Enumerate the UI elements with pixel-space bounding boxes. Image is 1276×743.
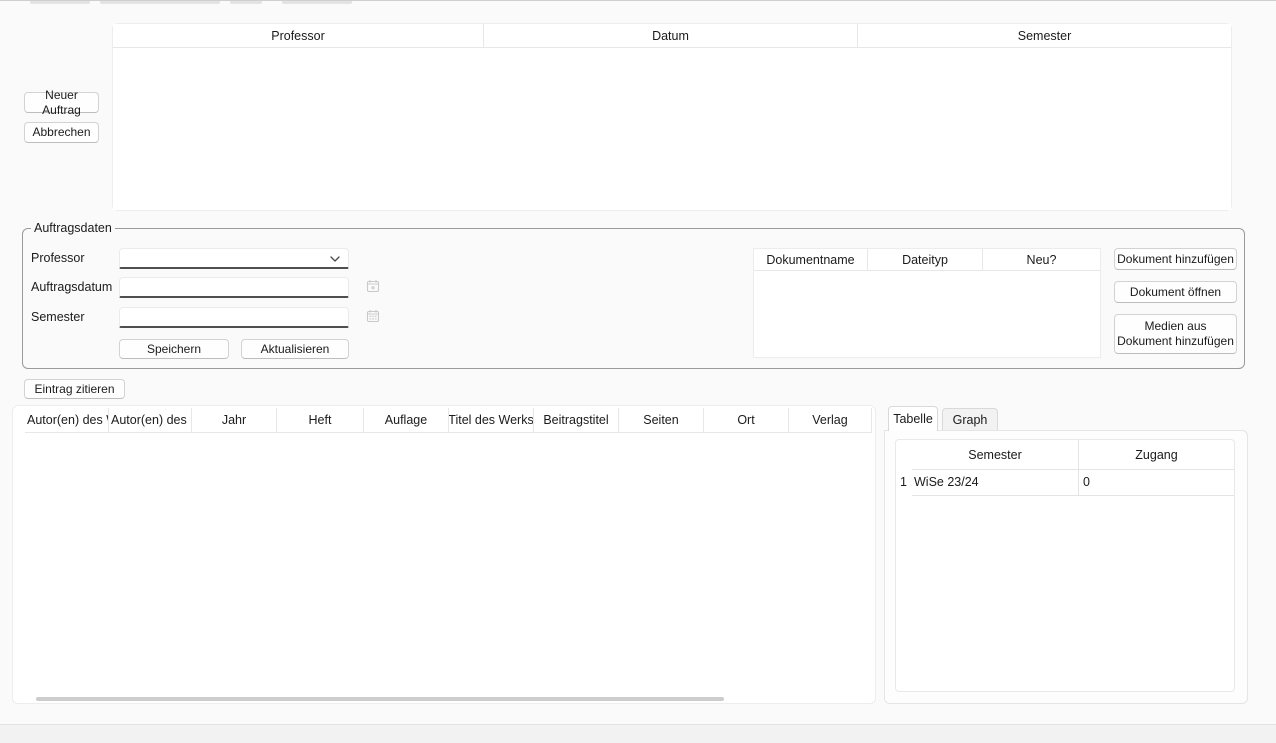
entries-table-body[interactable] <box>25 433 872 693</box>
entries-column-header-publisher[interactable]: Verlag <box>789 408 872 432</box>
entries-panel: Autor(en) des Werks Autor(en) des Beitra… <box>12 405 876 704</box>
stats-column-header-semester[interactable]: Semester <box>912 448 1078 462</box>
professor-combobox-input[interactable] <box>120 249 348 267</box>
order-date-input[interactable] <box>120 278 348 296</box>
entries-column-header-place[interactable]: Ort <box>704 408 789 432</box>
cite-entry-button[interactable]: Eintrag zitieren <box>24 379 125 399</box>
stats-header-divider <box>912 469 1235 470</box>
chevron-down-icon[interactable] <box>330 255 340 263</box>
entries-column-header-year[interactable]: Jahr <box>192 408 277 432</box>
save-button[interactable]: Speichern <box>119 339 229 359</box>
entries-column-header-issue[interactable]: Heft <box>277 408 364 432</box>
stats-column-header-zugang[interactable]: Zugang <box>1078 448 1235 462</box>
new-order-button[interactable]: Neuer Auftrag <box>24 92 99 113</box>
entries-column-header-work-title[interactable]: Titel des Werks <box>449 408 534 432</box>
cancel-button[interactable]: Abbrechen <box>24 122 99 143</box>
documents-table-body[interactable] <box>754 271 1100 357</box>
professor-label: Professor <box>31 251 85 265</box>
update-button[interactable]: Aktualisieren <box>241 339 349 359</box>
stats-column-divider <box>1078 440 1079 495</box>
professor-combobox[interactable] <box>119 248 349 269</box>
entries-column-header-contribution-authors[interactable]: Autor(en) des Beitrags <box>109 408 192 432</box>
semester-input[interactable] <box>120 308 348 326</box>
orders-column-header-semester[interactable]: Semester <box>858 24 1231 47</box>
top-tab-stub <box>30 1 90 4</box>
orders-column-header-professor[interactable]: Professor <box>113 24 484 47</box>
horizontal-scrollbar[interactable] <box>36 697 724 701</box>
top-tab-stub <box>230 1 262 4</box>
order-data-legend: Auftragsdaten <box>31 221 115 235</box>
top-tab-stub <box>282 1 352 4</box>
calendar-day-icon[interactable] <box>366 279 380 293</box>
window-bottom-strip <box>0 724 1276 743</box>
stats-row-divider <box>912 495 1235 496</box>
documents-table: Dokumentname Dateityp Neu? <box>753 248 1101 358</box>
orders-table: Professor Datum Semester <box>112 23 1232 211</box>
top-tab-stub <box>100 1 220 4</box>
semester-field[interactable] <box>119 307 349 328</box>
stats-table: Semester Zugang 1 WiSe 23/24 0 <box>895 439 1235 692</box>
stats-row-semester[interactable]: WiSe 23/24 <box>914 475 979 489</box>
order-data-groupbox: Auftragsdaten Professor Auftragsdatum Se… <box>22 228 1245 369</box>
stats-tab-page: Semester Zugang 1 WiSe 23/24 0 <box>884 430 1248 704</box>
entries-column-header-edition[interactable]: Auflage <box>364 408 449 432</box>
add-document-button[interactable]: Dokument hinzufügen <box>1114 248 1237 270</box>
orders-column-header-datum[interactable]: Datum <box>484 24 858 47</box>
documents-column-header-name[interactable]: Dokumentname <box>754 249 868 270</box>
order-date-label: Auftragsdatum <box>31 280 112 294</box>
stats-row-zugang[interactable]: 0 <box>1083 475 1090 489</box>
documents-column-header-new[interactable]: Neu? <box>983 249 1100 270</box>
calendar-grid-icon[interactable] <box>366 309 380 323</box>
app-window: { "orders_table": { "columns": ["Profess… <box>0 0 1276 742</box>
stats-row-number: 1 <box>900 475 907 489</box>
entries-column-header-pages[interactable]: Seiten <box>619 408 704 432</box>
orders-table-body[interactable] <box>113 48 1231 210</box>
add-media-from-document-button[interactable]: Medien aus Dokument hinzufügen <box>1114 314 1237 354</box>
documents-column-header-type[interactable]: Dateityp <box>868 249 983 270</box>
order-date-field[interactable] <box>119 277 349 298</box>
semester-label: Semester <box>31 310 85 324</box>
entries-column-header-contribution-title[interactable]: Beitragstitel <box>534 408 619 432</box>
tab-tabelle[interactable]: Tabelle <box>888 406 938 431</box>
entries-column-header-work-authors[interactable]: Autor(en) des Werks <box>25 408 109 432</box>
tab-graph[interactable]: Graph <box>942 408 998 431</box>
open-document-button[interactable]: Dokument öffnen <box>1114 281 1237 303</box>
